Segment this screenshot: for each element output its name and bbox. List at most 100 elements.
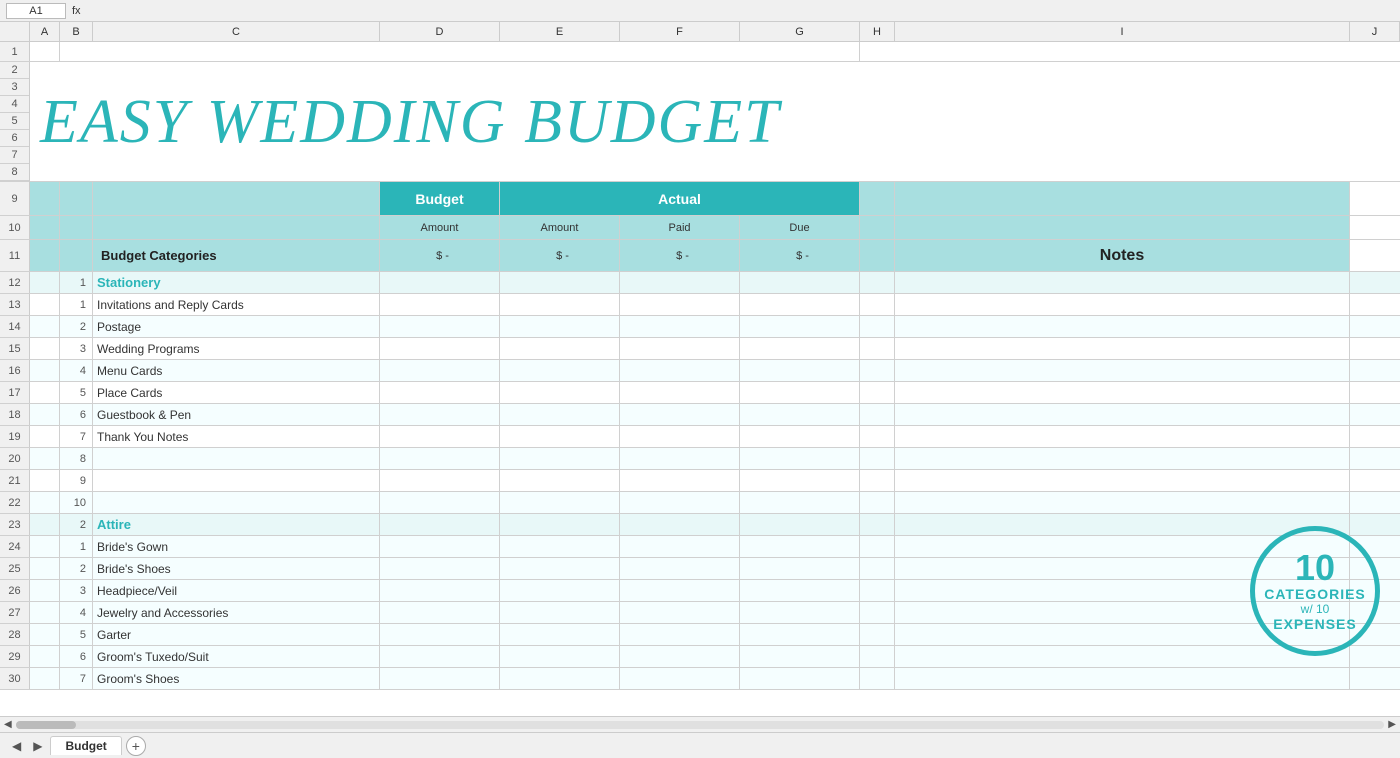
col-header-e[interactable]: E bbox=[500, 22, 620, 41]
name-box[interactable]: A1 bbox=[6, 3, 66, 19]
cell-10h bbox=[860, 216, 895, 239]
item-groom-tuxedo: Groom's Tuxedo/Suit bbox=[93, 646, 380, 667]
row-num-22: 22 bbox=[0, 492, 30, 513]
cell-12e[interactable] bbox=[500, 272, 620, 293]
row-num-25: 25 bbox=[0, 558, 30, 579]
row-num-16: 16 bbox=[0, 360, 30, 381]
column-headers: A B C D E F G H I J bbox=[0, 22, 1400, 42]
row-num-6: 6 bbox=[0, 130, 29, 147]
row-num-27: 27 bbox=[0, 602, 30, 623]
col-header-a[interactable]: A bbox=[30, 22, 60, 41]
cell-12a bbox=[30, 272, 60, 293]
col-header-j[interactable]: J bbox=[1350, 22, 1400, 41]
scroll-left-arrow[interactable]: ◀ bbox=[4, 719, 12, 730]
cell-9h bbox=[860, 182, 895, 215]
item-invitations: Invitations and Reply Cards bbox=[93, 294, 380, 315]
row-12-category: 12 1 Stationery bbox=[0, 272, 1400, 294]
cell-9a bbox=[30, 182, 60, 215]
actual-header: Actual bbox=[500, 182, 860, 215]
row-num-12: 12 bbox=[0, 272, 30, 293]
tab-bar: ◀ ▶ Budget + bbox=[0, 732, 1400, 758]
item-garter: Garter bbox=[93, 624, 380, 645]
item-groom-shoes: Groom's Shoes bbox=[93, 668, 380, 689]
cell-9i bbox=[895, 182, 1350, 215]
item-guestbook: Guestbook & Pen bbox=[93, 404, 380, 425]
cell-12b: 1 bbox=[60, 272, 93, 293]
cell-11e: $ - bbox=[500, 240, 620, 271]
scroll-thumb[interactable] bbox=[16, 721, 76, 729]
col-header-b[interactable]: B bbox=[60, 22, 93, 41]
row-num-5: 5 bbox=[0, 113, 29, 130]
title-area: 2 3 4 5 6 7 8 EASY WEDDING BUDGET bbox=[0, 62, 1400, 182]
cell-12d[interactable] bbox=[380, 272, 500, 293]
cell-11d: $ - bbox=[380, 240, 500, 271]
row-14: 14 2 Postage bbox=[0, 316, 1400, 338]
col-header-d[interactable]: D bbox=[380, 22, 500, 41]
row-24: 24 1 Bride's Gown bbox=[0, 536, 1400, 558]
cell-1bc[interactable] bbox=[60, 42, 860, 61]
add-tab-button[interactable]: + bbox=[126, 736, 146, 756]
col-header-h[interactable]: H bbox=[860, 22, 895, 41]
row-num-8: 8 bbox=[0, 164, 29, 181]
tab-scroll-left[interactable]: ◀ bbox=[8, 739, 25, 753]
cell-11h bbox=[860, 240, 895, 271]
row-26: 26 3 Headpiece/Veil bbox=[0, 580, 1400, 602]
row-num-18: 18 bbox=[0, 404, 30, 425]
row-9: 9 Budget Actual bbox=[0, 182, 1400, 216]
row-15: 15 3 Wedding Programs bbox=[0, 338, 1400, 360]
col-header-i[interactable]: I bbox=[895, 22, 1350, 41]
row-20: 20 8 bbox=[0, 448, 1400, 470]
row-11: 11 Budget Categories $ - $ - $ - $ - Not… bbox=[0, 240, 1400, 272]
formula-divider: fx bbox=[72, 5, 81, 17]
cell-1a[interactable] bbox=[30, 42, 60, 61]
cell-11g: $ - bbox=[740, 240, 860, 271]
row-10: 10 Amount Amount Paid Due bbox=[0, 216, 1400, 240]
row-num-11: 11 bbox=[0, 240, 30, 271]
item-headpiece: Headpiece/Veil bbox=[93, 580, 380, 601]
row-num-1: 1 bbox=[0, 42, 30, 61]
horizontal-scrollbar[interactable]: ◀ ▶ bbox=[0, 716, 1400, 732]
cell-10i bbox=[895, 216, 1350, 239]
col-header-c[interactable]: C bbox=[93, 22, 380, 41]
row-num-30: 30 bbox=[0, 668, 30, 689]
cell-9c bbox=[93, 182, 380, 215]
spreadsheet: A1 fx A B C D E F G H I J 1 2 3 4 5 6 bbox=[0, 0, 1400, 758]
cell-12i[interactable] bbox=[895, 272, 1350, 293]
col-header-g[interactable]: G bbox=[740, 22, 860, 41]
row-num-7: 7 bbox=[0, 147, 29, 164]
row-num-4: 4 bbox=[0, 96, 29, 113]
tab-scroll-right[interactable]: ▶ bbox=[29, 739, 46, 753]
tab-budget[interactable]: Budget bbox=[50, 736, 121, 755]
cell-12g[interactable] bbox=[740, 272, 860, 293]
cell-12h bbox=[860, 272, 895, 293]
spreadsheet-title: EASY WEDDING BUDGET bbox=[40, 91, 781, 153]
cell-11f: $ - bbox=[620, 240, 740, 271]
title-merged-cell: EASY WEDDING BUDGET bbox=[30, 62, 1400, 182]
row-num-14: 14 bbox=[0, 316, 30, 337]
item-place-cards: Place Cards bbox=[93, 382, 380, 403]
notes-header: Notes bbox=[895, 240, 1350, 271]
row-num-13: 13 bbox=[0, 294, 30, 315]
row-19: 19 7 Thank You Notes bbox=[0, 426, 1400, 448]
item-thankyou: Thank You Notes bbox=[93, 426, 380, 447]
badge-circle: 10 CATEGORIES w/ 10 EXPENSES bbox=[1250, 526, 1380, 656]
cell-12f[interactable] bbox=[620, 272, 740, 293]
scroll-right-arrow[interactable]: ▶ bbox=[1388, 719, 1396, 730]
row-1: 1 bbox=[0, 42, 1400, 62]
row-23-category: 23 2 Attire bbox=[0, 514, 1400, 536]
row-num-29: 29 bbox=[0, 646, 30, 667]
col-header-f[interactable]: F bbox=[620, 22, 740, 41]
row-30: 30 7 Groom's Shoes bbox=[0, 668, 1400, 690]
actual-paid-header: Paid bbox=[620, 216, 740, 239]
row-28: 28 5 Garter bbox=[0, 624, 1400, 646]
row-num-24: 24 bbox=[0, 536, 30, 557]
row-num-21: 21 bbox=[0, 470, 30, 491]
actual-due-header: Due bbox=[740, 216, 860, 239]
row-num-19: 19 bbox=[0, 426, 30, 447]
row-13: 13 1 Invitations and Reply Cards bbox=[0, 294, 1400, 316]
cell-12c-stationery: Stationery bbox=[93, 272, 380, 293]
row-21: 21 9 bbox=[0, 470, 1400, 492]
row-18: 18 6 Guestbook & Pen bbox=[0, 404, 1400, 426]
scroll-track[interactable] bbox=[16, 721, 1385, 729]
item-wedding-programs: Wedding Programs bbox=[93, 338, 380, 359]
